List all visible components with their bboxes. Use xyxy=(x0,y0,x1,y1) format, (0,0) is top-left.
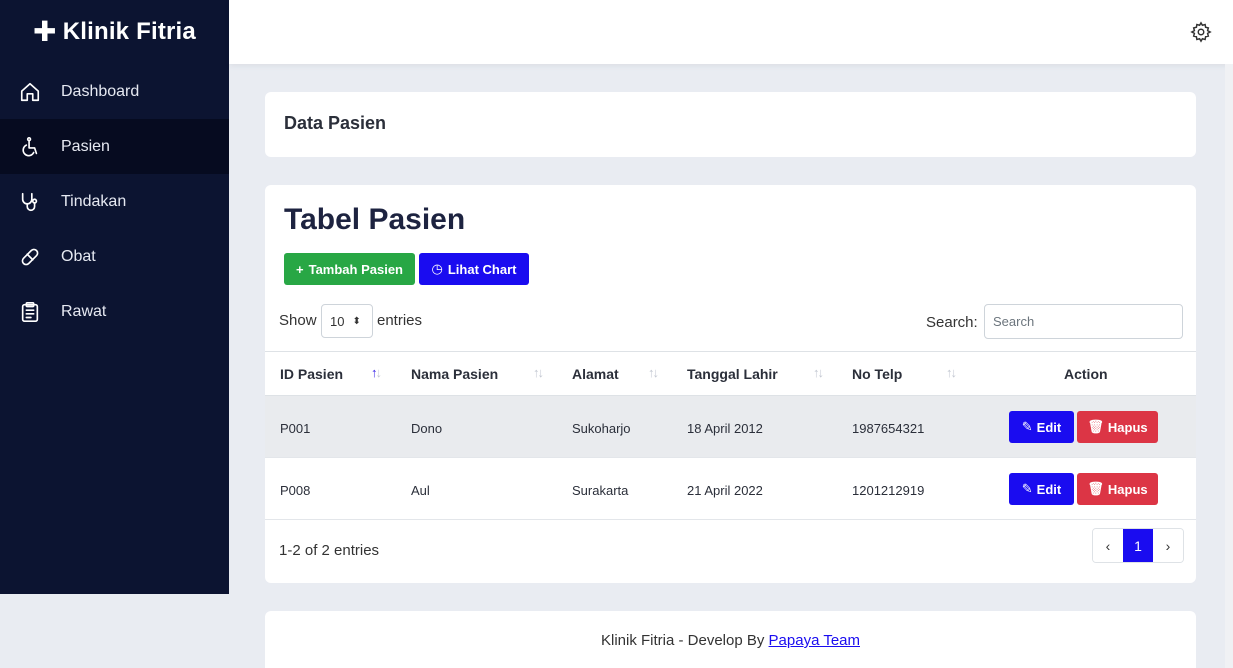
column-header-id[interactable]: ID Pasien xyxy=(280,366,343,382)
page-title: Data Pasien xyxy=(284,113,387,133)
entries-label: entries xyxy=(377,312,423,329)
brand[interactable]: ✚ Klinik Fitria xyxy=(0,0,229,64)
plus-icon: + xyxy=(296,261,304,277)
edit-button[interactable]: ✎ Edit xyxy=(1009,411,1074,443)
sidebar-item-tindakan[interactable]: Tindakan xyxy=(0,174,229,229)
sidebar-item-pasien[interactable]: Pasien xyxy=(0,119,229,174)
gear-icon[interactable] xyxy=(1190,21,1212,43)
cell-tanggal-lahir: 21 April 2022 xyxy=(687,483,763,498)
clipboard-icon xyxy=(18,300,42,324)
home-icon xyxy=(18,80,42,104)
search-label: Search: xyxy=(926,314,978,331)
sort-icon[interactable]: ↑↓ xyxy=(946,365,957,380)
sort-icon[interactable]: ↑↓ xyxy=(813,365,824,380)
table-title: Tabel Pasien xyxy=(284,203,466,236)
sidebar-item-dashboard[interactable]: Dashboard xyxy=(0,64,229,119)
column-header-no-telp[interactable]: No Telp xyxy=(852,366,902,382)
table-row: P008 Aul Surakarta 21 April 2022 1201212… xyxy=(265,458,1196,520)
trash-icon: 🗑 xyxy=(1087,419,1104,434)
column-header-tanggal-lahir[interactable]: Tanggal Lahir xyxy=(687,366,778,382)
page-header-card: Data Pasien xyxy=(265,92,1196,157)
edit-label: Edit xyxy=(1036,481,1062,497)
page-size-value: 10 xyxy=(330,313,345,329)
sort-icon[interactable]: ↑↓ xyxy=(533,365,544,380)
edit-icon: ✎ xyxy=(1021,419,1033,434)
plus-icon: ✚ xyxy=(33,16,57,47)
cell-alamat: Surakarta xyxy=(572,483,629,498)
topbar xyxy=(229,0,1233,64)
sort-icon[interactable]: ↑↓ xyxy=(648,365,659,380)
view-chart-label: Lihat Chart xyxy=(447,261,517,277)
cell-tanggal-lahir: 18 April 2012 xyxy=(687,421,763,436)
stethoscope-icon xyxy=(18,190,42,214)
sort-icon[interactable]: ↑↓ xyxy=(371,365,382,380)
prev-page-button[interactable]: ‹ xyxy=(1093,529,1123,562)
show-label: Show xyxy=(279,312,317,329)
page-size-select[interactable]: 10 ⬍ xyxy=(321,304,373,338)
cell-nama: Aul xyxy=(411,483,430,498)
add-patient-label: Tambah Pasien xyxy=(308,261,403,277)
brand-name: Klinik Fitria xyxy=(62,18,196,45)
sidebar-item-rawat[interactable]: Rawat xyxy=(0,284,229,339)
sidebar: ✚ Klinik Fitria Dashboard Pasien Tindaka… xyxy=(0,0,229,594)
cell-no-telp: 1201212919 xyxy=(852,483,925,498)
delete-label: Hapus xyxy=(1107,419,1148,435)
pill-icon xyxy=(18,245,42,269)
table-row: P001 Dono Sukoharjo 18 April 2012 198765… xyxy=(265,396,1196,458)
page-button-1[interactable]: 1 xyxy=(1123,529,1153,562)
edit-button[interactable]: ✎ Edit xyxy=(1009,473,1074,505)
trash-icon: 🗑 xyxy=(1087,481,1104,496)
pagination: ‹ 1 › xyxy=(1092,528,1184,563)
sidebar-item-label: Tindakan xyxy=(61,192,127,210)
patient-table-card: Tabel Pasien + Tambah Pasien ◷ Lihat Cha… xyxy=(265,185,1196,583)
cell-id: P008 xyxy=(280,483,311,498)
column-header-action: Action xyxy=(1064,366,1108,382)
table-info: 1-2 of 2 entries xyxy=(279,542,380,559)
footer-label: Klinik Fitria - Develop By xyxy=(600,632,769,649)
sidebar-item-label: Pasien xyxy=(61,137,110,155)
delete-button[interactable]: 🗑 Hapus xyxy=(1077,473,1158,505)
delete-label: Hapus xyxy=(1107,481,1148,497)
sidebar-item-label: Rawat xyxy=(61,302,107,320)
column-header-nama[interactable]: Nama Pasien xyxy=(411,366,498,382)
edit-label: Edit xyxy=(1036,419,1062,435)
pie-chart-icon: ◷ xyxy=(431,261,443,276)
sidebar-item-obat[interactable]: Obat xyxy=(0,229,229,284)
sidebar-item-label: Dashboard xyxy=(61,82,140,100)
edit-icon: ✎ xyxy=(1021,481,1033,496)
footer-text: Klinik Fitria - Develop By Papaya Team xyxy=(265,632,1196,649)
scrollbar[interactable] xyxy=(1225,64,1233,668)
add-patient-button[interactable]: + Tambah Pasien xyxy=(284,253,415,285)
footer-link[interactable]: Papaya Team xyxy=(769,632,860,649)
table-header: ID Pasien ↑↓ Nama Pasien ↑↓ Alamat ↑↓ Ta… xyxy=(265,351,1196,396)
cell-no-telp: 1987654321 xyxy=(852,421,925,436)
wheelchair-icon xyxy=(18,135,42,159)
view-chart-button[interactable]: ◷ Lihat Chart xyxy=(419,253,529,285)
column-header-alamat[interactable]: Alamat xyxy=(572,366,619,382)
updown-icon: ⬍ xyxy=(352,315,361,327)
footer: Klinik Fitria - Develop By Papaya Team xyxy=(265,611,1196,668)
delete-button[interactable]: 🗑 Hapus xyxy=(1077,411,1158,443)
cell-nama: Dono xyxy=(411,421,443,436)
search-input[interactable] xyxy=(984,304,1183,339)
next-page-button[interactable]: › xyxy=(1153,529,1183,562)
sidebar-item-label: Obat xyxy=(61,247,96,265)
cell-alamat: Sukoharjo xyxy=(572,421,631,436)
cell-id: P001 xyxy=(280,421,311,436)
